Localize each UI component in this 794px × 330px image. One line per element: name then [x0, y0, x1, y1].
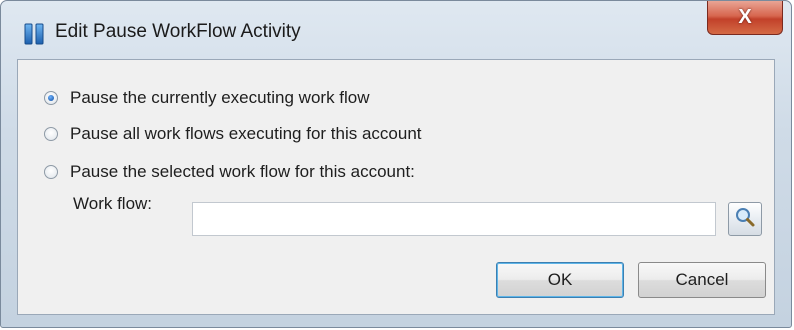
cancel-button[interactable]: Cancel: [638, 262, 766, 298]
window-title: Edit Pause WorkFlow Activity: [55, 21, 301, 42]
ok-button[interactable]: OK: [496, 262, 624, 298]
option-label: Pause the selected work flow for this ac…: [70, 162, 415, 181]
option-pause-all-account[interactable]: Pause all work flows executing for this …: [44, 123, 422, 145]
option-pause-current[interactable]: Pause the currently executing work flow: [44, 87, 370, 109]
pause-icon: [23, 23, 45, 45]
close-button[interactable]: X: [707, 1, 783, 35]
title-bar[interactable]: Edit Pause WorkFlow Activity X: [1, 1, 791, 59]
radio-button-selected[interactable]: [44, 91, 58, 105]
close-icon: X: [738, 6, 752, 28]
search-button[interactable]: [728, 202, 762, 236]
option-label: Pause all work flows executing for this …: [70, 124, 422, 143]
dialog-body: Pause the currently executing work flow …: [17, 59, 775, 315]
radio-button[interactable]: [44, 127, 58, 141]
option-label: Pause the currently executing work flow: [70, 88, 370, 107]
radio-dot-icon: [48, 95, 54, 101]
workflow-field[interactable]: [192, 202, 716, 236]
dialog-window: Edit Pause WorkFlow Activity X Pause the…: [0, 0, 792, 328]
option-pause-selected[interactable]: Pause the selected work flow for this ac…: [44, 161, 415, 183]
magnifier-icon: [734, 206, 756, 233]
radio-button[interactable]: [44, 165, 58, 179]
workflow-label: Work flow:: [73, 194, 153, 213]
